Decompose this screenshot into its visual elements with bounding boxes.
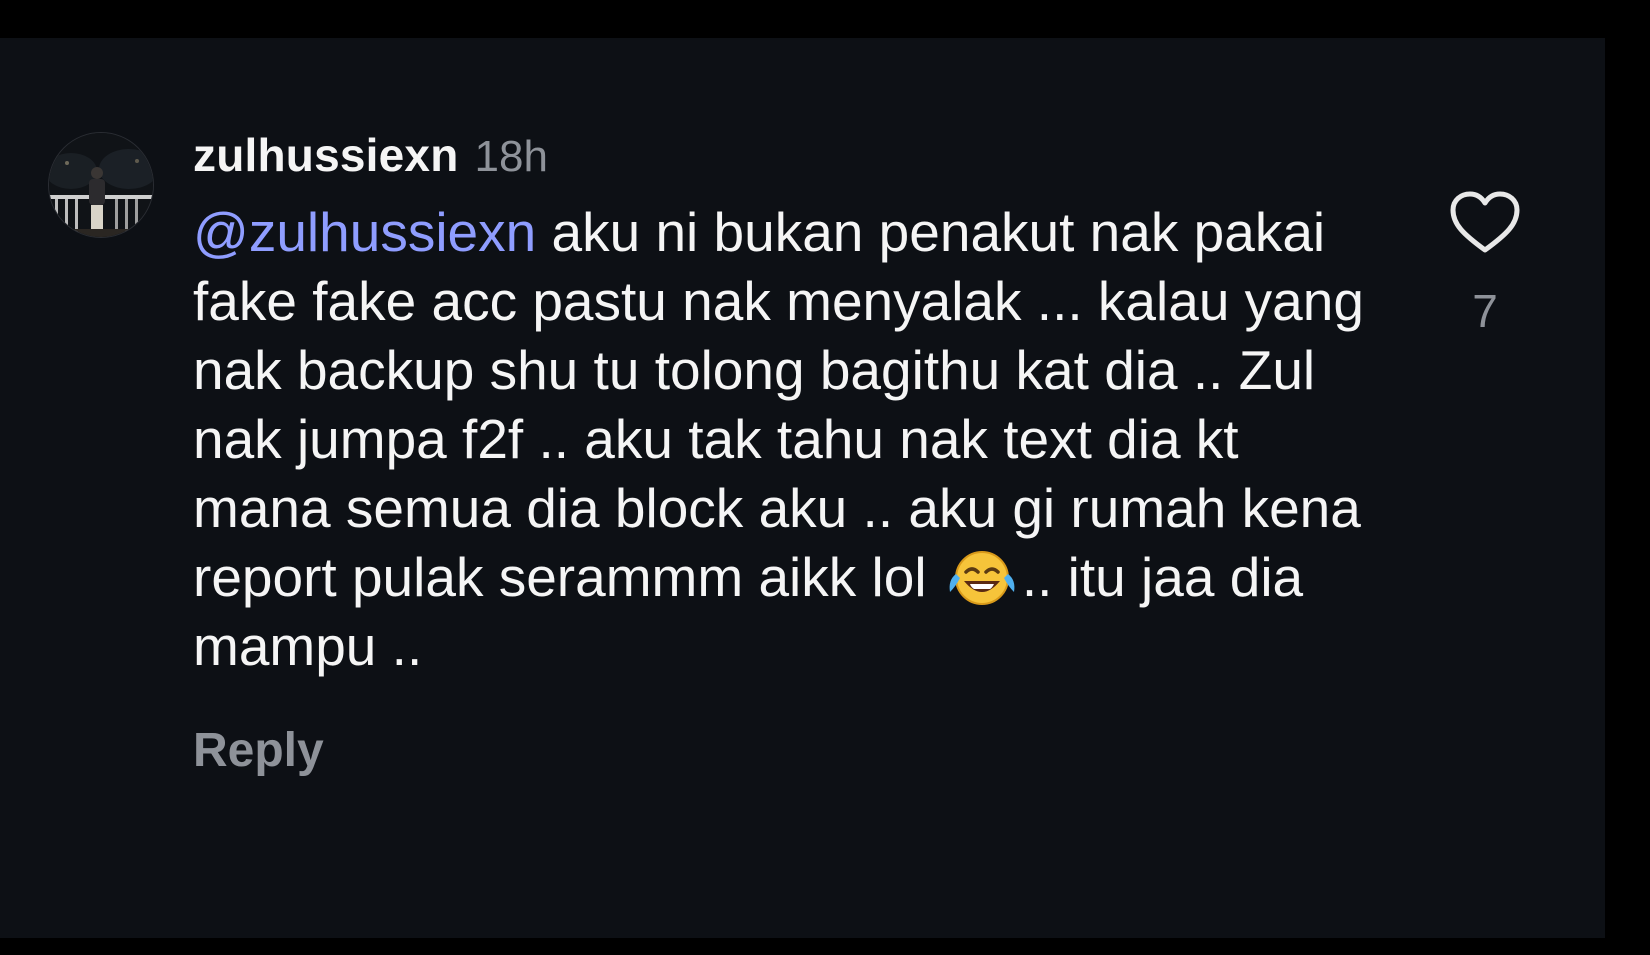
face-with-tears-of-joy-icon [946, 548, 1022, 608]
reply-button[interactable]: Reply [193, 723, 324, 778]
comment-header: zulhussiexn 18h [193, 128, 1393, 186]
mention-link[interactable]: @zulhussiexn [193, 201, 536, 263]
comment-text: @zulhussiexn aku ni bukan penakut nak pa… [193, 198, 1388, 681]
like-count: 7 [1472, 285, 1498, 337]
screenshot-frame: zulhussiexn 18h @zulhussiexn aku ni buka… [0, 0, 1650, 955]
avatar-image [49, 133, 153, 237]
heart-outline-icon[interactable] [1449, 190, 1521, 256]
timestamp: 18h [474, 132, 548, 181]
comment-block: zulhussiexn 18h @zulhussiexn aku ni buka… [193, 128, 1393, 778]
username[interactable]: zulhussiexn [193, 128, 459, 182]
like-area: 7 [1440, 190, 1530, 338]
avatar[interactable] [48, 132, 154, 238]
